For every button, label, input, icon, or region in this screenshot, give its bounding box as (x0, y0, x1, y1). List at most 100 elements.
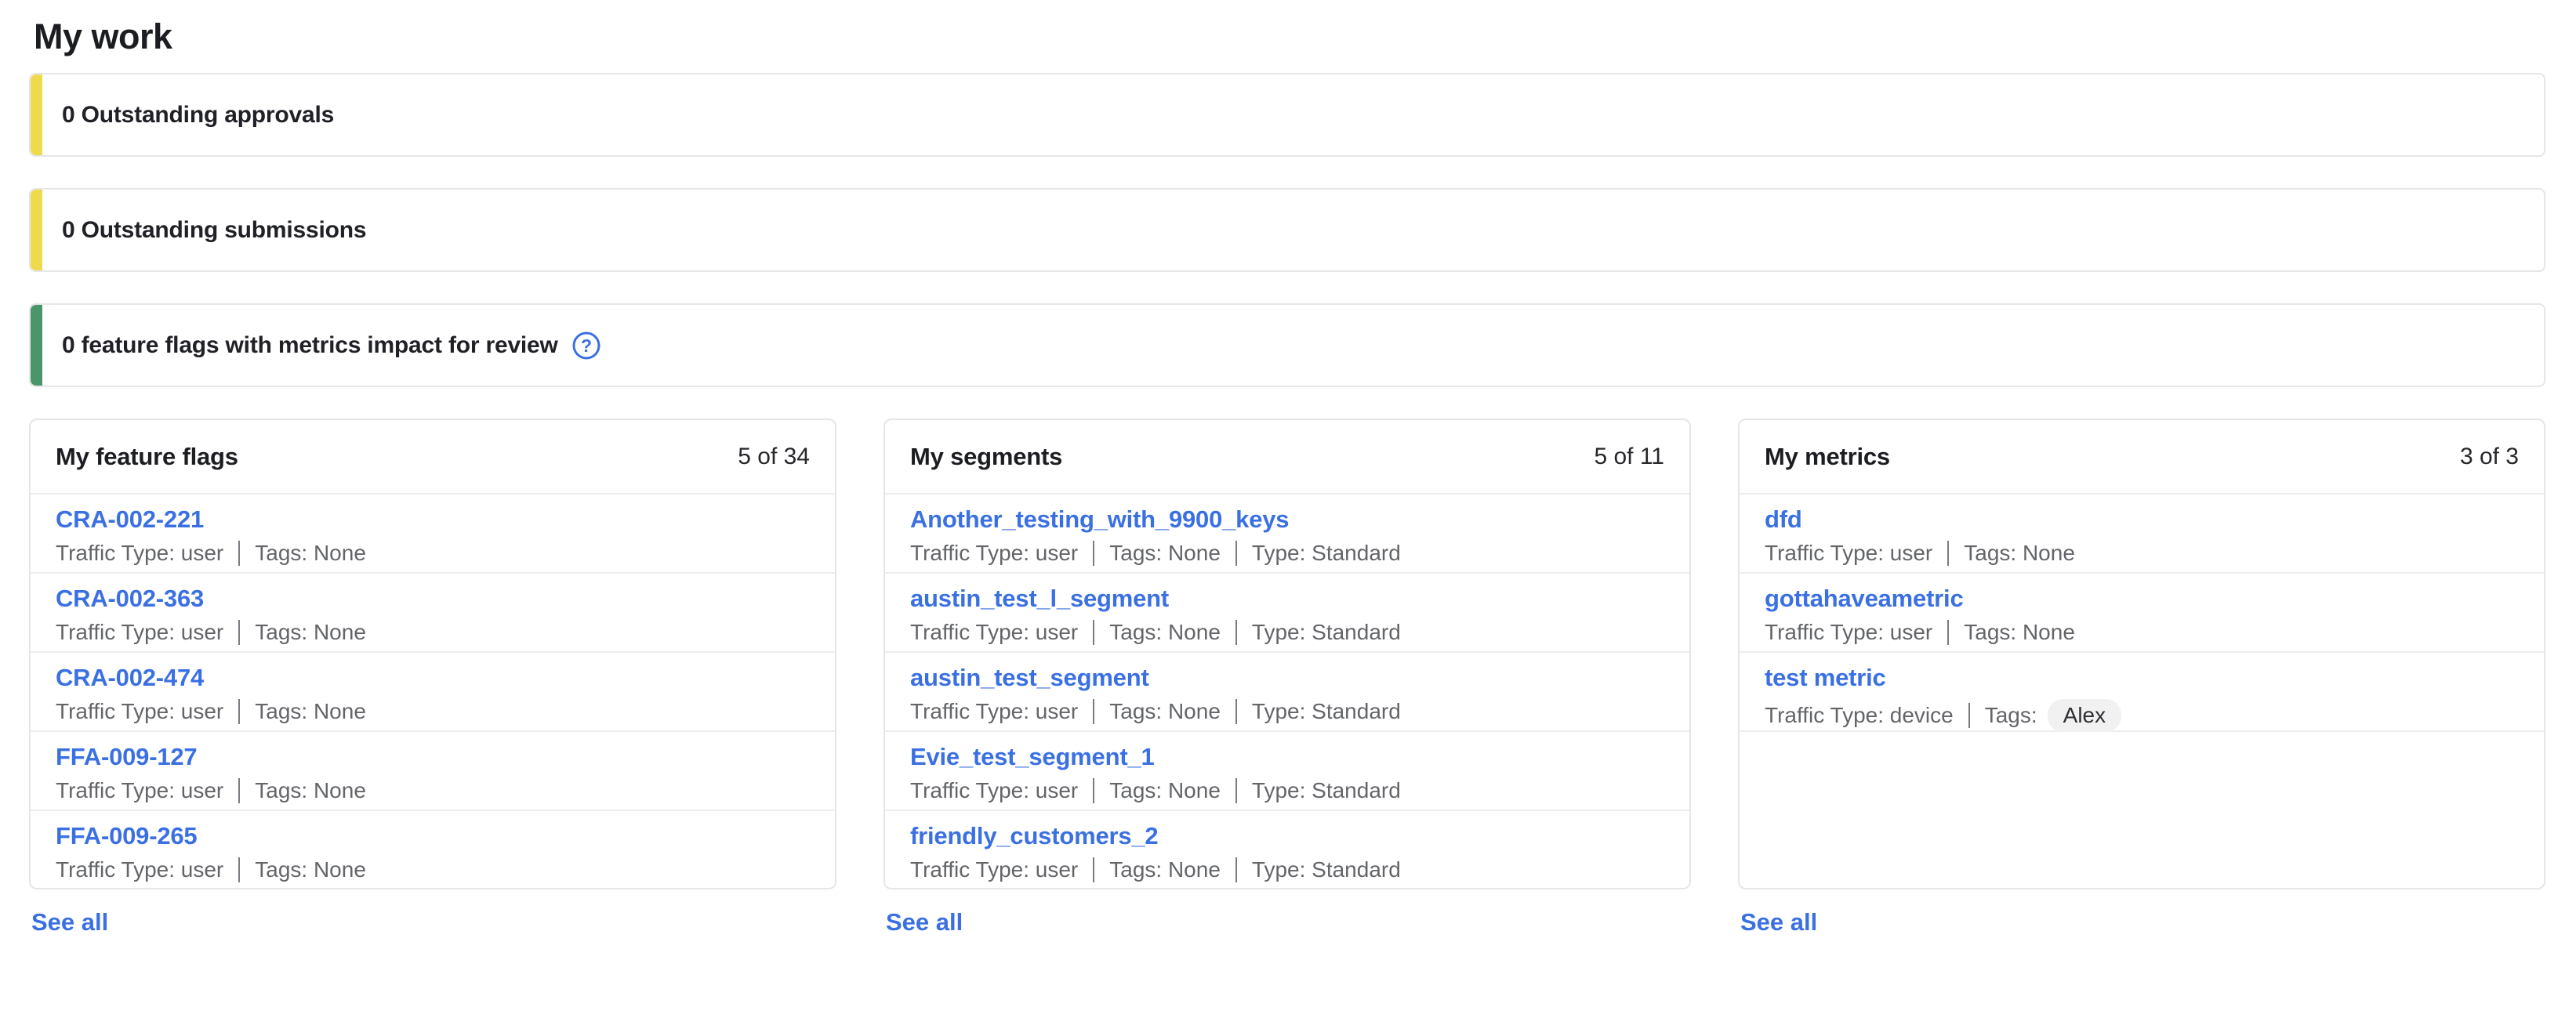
meta-field: Traffic Type: user (56, 620, 223, 645)
meta-field: Tags: None (255, 699, 366, 724)
alert-outstanding-approvals: 0 Outstanding approvals (29, 73, 2545, 157)
meta-field: Type: Standard (1252, 620, 1401, 645)
meta-field: Traffic Type: user (56, 778, 223, 803)
segments-list: Another_testing_with_9900_keys Traffic T… (885, 494, 1689, 889)
see-all-metrics-link[interactable]: See all (1740, 908, 1817, 936)
meta-field: Traffic Type: user (910, 857, 1078, 882)
item-meta: Traffic Type: user Tags: None Type: Stan… (910, 699, 1664, 724)
list-item: CRA-002-474 Traffic Type: user Tags: Non… (31, 653, 835, 732)
meta-field: Tags: None (255, 620, 366, 645)
meta-field: Tags: None (1964, 541, 2075, 566)
meta-separator (1947, 541, 1949, 566)
alert-text: 0 feature flags with metrics impact for … (62, 332, 558, 359)
item-meta: Traffic Type: user Tags: None (56, 541, 810, 566)
tag-badge: Alex (2048, 699, 2121, 732)
card-header: My metrics 3 of 3 (1740, 420, 2544, 494)
item-meta: Traffic Type: user Tags: None Type: Stan… (910, 541, 1664, 566)
meta-field: Type: Standard (1252, 857, 1401, 882)
list-item: Evie_test_segment_1 Traffic Type: user T… (885, 732, 1689, 811)
list-item: test metric Traffic Type: device Tags: A… (1740, 653, 2544, 732)
meta-separator (238, 541, 240, 566)
list-item: FFA-009-265 Traffic Type: user Tags: Non… (31, 811, 835, 889)
segment-link[interactable]: austin_test_segment (910, 664, 1149, 692)
see-all-feature-flags-link[interactable]: See all (31, 908, 108, 936)
card-title: My metrics (1765, 443, 1890, 471)
summary-cards: My feature flags 5 of 34 CRA-002-221 Tra… (29, 418, 2545, 936)
list-item: austin_test_l_segment Traffic Type: user… (885, 574, 1689, 653)
meta-separator (1093, 857, 1094, 882)
meta-field: Tags: None (1109, 620, 1221, 645)
alert-outstanding-submissions: 0 Outstanding submissions (29, 188, 2545, 272)
card-title: My feature flags (56, 443, 238, 471)
item-meta: Traffic Type: user Tags: None Type: Stan… (910, 857, 1664, 882)
meta-field: Traffic Type: user (910, 541, 1078, 566)
segments-column: My segments 5 of 11 Another_testing_with… (883, 418, 1691, 936)
item-meta: Traffic Type: user Tags: None (56, 857, 810, 882)
meta-field: Tags: None (255, 541, 366, 566)
segment-link[interactable]: Another_testing_with_9900_keys (910, 505, 1289, 534)
item-meta: Traffic Type: user Tags: None Type: Stan… (910, 778, 1664, 803)
item-meta: Traffic Type: user Tags: None (1765, 620, 2519, 645)
list-item: FFA-009-127 Traffic Type: user Tags: Non… (31, 732, 835, 811)
see-all-segments-link[interactable]: See all (886, 908, 963, 936)
metrics-column: My metrics 3 of 3 dfd Traffic Type: user… (1738, 418, 2545, 936)
feature-flags-card: My feature flags 5 of 34 CRA-002-221 Tra… (29, 418, 836, 889)
meta-separator (1093, 778, 1094, 803)
meta-field: Traffic Type: user (910, 699, 1078, 724)
metric-link[interactable]: test metric (1765, 664, 1886, 692)
card-count: 3 of 3 (2460, 444, 2519, 470)
meta-field: Traffic Type: user (1765, 541, 1932, 566)
card-empty-space (1740, 732, 2544, 888)
meta-field: Traffic Type: user (1765, 620, 1932, 645)
meta-separator (1235, 857, 1237, 882)
meta-separator (1235, 778, 1237, 803)
metric-link[interactable]: gottahaveametric (1765, 585, 1964, 613)
segment-link[interactable]: Evie_test_segment_1 (910, 743, 1155, 771)
list-item: CRA-002-221 Traffic Type: user Tags: Non… (31, 494, 835, 574)
meta-field: Type: Standard (1252, 778, 1401, 803)
meta-field: Tags: None (1109, 857, 1221, 882)
meta-separator (1093, 620, 1094, 645)
flag-link[interactable]: CRA-002-221 (56, 505, 204, 534)
meta-field: Tags: (1985, 703, 2037, 728)
flag-link[interactable]: CRA-002-474 (56, 664, 204, 692)
meta-field: Traffic Type: user (56, 699, 223, 724)
flag-link[interactable]: CRA-002-363 (56, 585, 204, 613)
meta-field: Traffic Type: user (56, 857, 223, 882)
card-header: My feature flags 5 of 34 (31, 420, 835, 494)
meta-separator (1235, 541, 1237, 566)
meta-separator (238, 699, 240, 724)
meta-separator (1968, 703, 1970, 728)
alert-accent-bar (31, 74, 42, 155)
alert-flags-metrics-impact: 0 feature flags with metrics impact for … (29, 303, 2545, 387)
meta-field: Type: Standard (1252, 699, 1401, 724)
meta-field: Tags: None (1109, 699, 1221, 724)
meta-separator (238, 857, 240, 882)
meta-field: Traffic Type: user (910, 620, 1078, 645)
list-item: Another_testing_with_9900_keys Traffic T… (885, 494, 1689, 574)
list-item: CRA-002-363 Traffic Type: user Tags: Non… (31, 574, 835, 653)
meta-field: Tags: None (1109, 541, 1221, 566)
meta-separator (238, 620, 240, 645)
metric-link[interactable]: dfd (1765, 505, 1802, 534)
flag-link[interactable]: FFA-009-265 (56, 822, 197, 850)
feature-flags-list: CRA-002-221 Traffic Type: user Tags: Non… (31, 494, 835, 889)
item-meta: Traffic Type: user Tags: None Type: Stan… (910, 620, 1664, 645)
meta-separator (1093, 699, 1094, 724)
alert-text: 0 Outstanding submissions (62, 217, 366, 244)
list-item: dfd Traffic Type: user Tags: None (1740, 494, 2544, 574)
segment-link[interactable]: friendly_customers_2 (910, 822, 1158, 850)
item-meta: Traffic Type: user Tags: None (1765, 541, 2519, 566)
segment-link[interactable]: austin_test_l_segment (910, 585, 1169, 613)
meta-separator (1947, 620, 1949, 645)
meta-field: Traffic Type: user (910, 778, 1078, 803)
card-title: My segments (910, 443, 1062, 471)
alert-accent-bar (31, 305, 42, 386)
page-title: My work (34, 16, 2545, 58)
flag-link[interactable]: FFA-009-127 (56, 743, 197, 771)
metrics-card: My metrics 3 of 3 dfd Traffic Type: user… (1738, 418, 2545, 889)
item-meta: Traffic Type: user Tags: None (56, 699, 810, 724)
meta-separator (238, 778, 240, 803)
list-item: friendly_customers_2 Traffic Type: user … (885, 811, 1689, 889)
question-circle-icon[interactable]: ? (571, 331, 601, 360)
